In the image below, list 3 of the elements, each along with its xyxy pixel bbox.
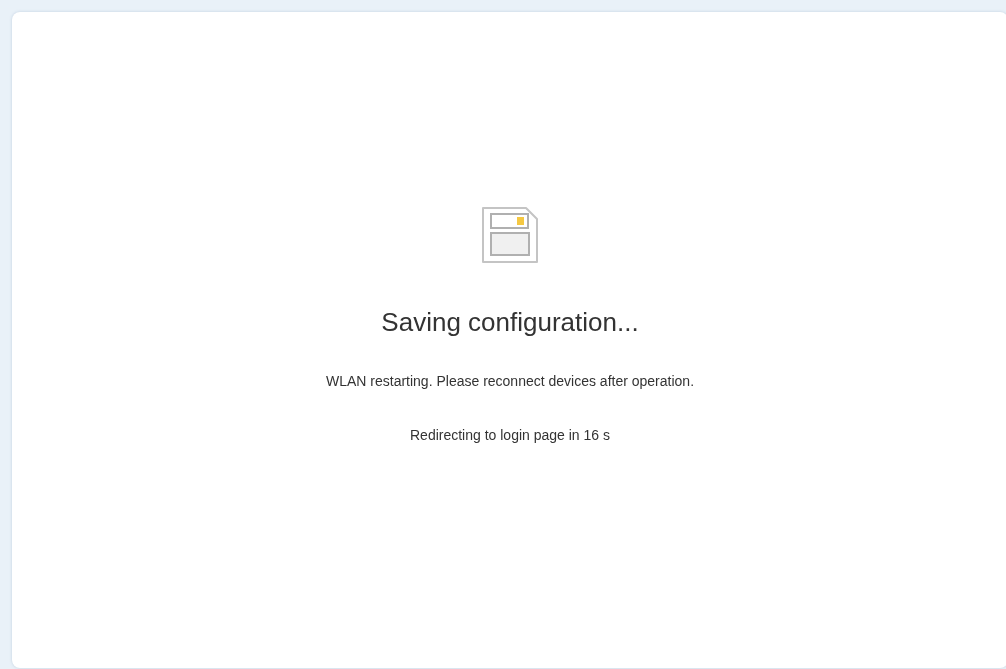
status-title: Saving configuration... (381, 307, 639, 338)
redirect-message: Redirecting to login page in 16 s (410, 427, 610, 443)
status-message: WLAN restarting. Please reconnect devices after operation. (325, 373, 695, 389)
